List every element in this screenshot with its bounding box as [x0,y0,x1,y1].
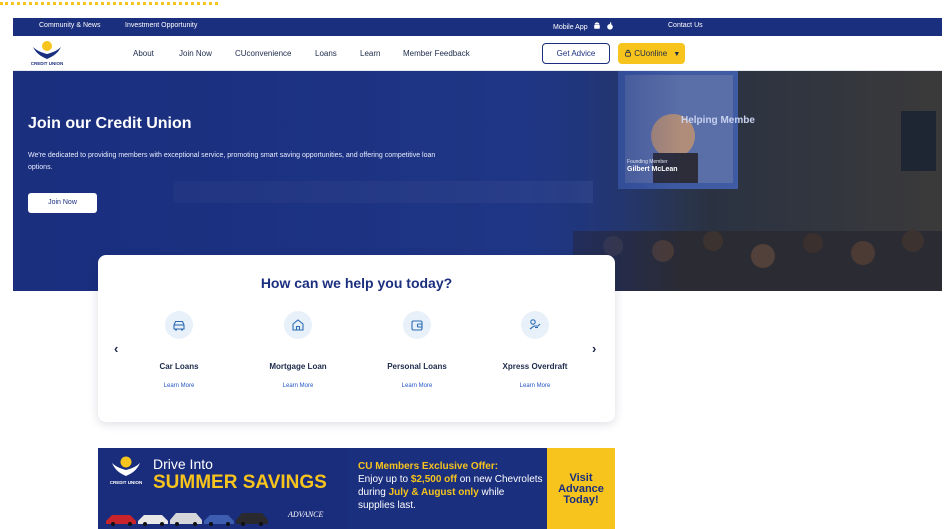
hero-description: We're dedicated to providing members wit… [28,152,436,171]
caret-down-icon: ▼ [673,51,681,58]
nav-cuconvenience[interactable]: CUconvenience [235,49,291,58]
nav-join-now[interactable]: Join Now [179,49,212,58]
house-icon [284,311,312,339]
decorative-dotted-line [0,2,218,8]
carousel-next-button[interactable]: › [592,341,596,356]
lock-icon [625,49,631,57]
service-car-loans[interactable]: Car Loans Learn More [124,311,234,389]
mobile-app-label: Mobile App [553,24,588,31]
banner-cars-image [106,513,268,526]
services-title: How can we help you today? [260,275,453,291]
hand-coin-icon [521,311,549,339]
service-name: Mortgage Loan [269,362,327,371]
logo-text: CREDIT UNION [31,61,64,66]
service-mortgage-loan[interactable]: Mortgage Loan Learn More [243,311,353,389]
screen-text-helping: Helping Membe [681,115,755,126]
banner-summer-savings: SUMMER SAVINGS [153,472,327,493]
service-name: Xpress Overdraft [502,362,568,371]
banner-credit-union-logo: CREDIT UNION [110,456,143,485]
main-navigation: CREDIT UNION About Join Now CUconvenienc… [13,36,942,71]
banner-left-panel: CREDIT UNION Drive Into SUMMER SAVINGS A… [98,448,348,529]
cta-line-3: Today! [563,494,599,506]
contact-us-link[interactable]: Contact Us [668,22,703,29]
cuonline-label: CUonline [634,49,668,58]
nav-loans[interactable]: Loans [315,49,337,58]
hero-join-now-button[interactable]: Join Now [28,193,97,213]
offer-months: July & August [388,487,456,498]
banner-drive-into: Drive Into [153,456,213,472]
service-xpress-overdraft[interactable]: Xpress Overdraft Learn More [480,311,590,389]
apple-icon [606,22,613,30]
advance-logo: ADVANCE [288,510,324,519]
car-icon [165,311,193,339]
cuonline-button[interactable]: CUonline ▼ [618,43,685,64]
community-news-link[interactable]: Community & News [39,22,100,29]
offer-title: CU Members Exclusive Offer: [358,461,499,472]
banner-offer-text: CU Members Exclusive Offer: Enjoy up to … [358,460,543,512]
service-name: Car Loans [159,362,199,371]
summer-savings-banner[interactable]: CREDIT UNION Drive Into SUMMER SAVINGS A… [98,448,615,529]
get-advice-button[interactable]: Get Advice [542,43,610,64]
nav-learn[interactable]: Learn [360,49,380,58]
top-utility-bar: Community & News Investment Opportunity … [13,18,942,36]
mobile-app-link[interactable]: Mobile App [553,22,614,31]
offer-amount: $2,500 off [410,474,457,485]
nav-member-feedback[interactable]: Member Feedback [403,49,470,58]
service-personal-loans[interactable]: Personal Loans Learn More [362,311,472,389]
credit-union-logo[interactable]: CREDIT UNION [27,39,67,69]
nav-about[interactable]: About [133,49,154,58]
screen-text-name: Gilbert McLean [627,166,678,173]
learn-more-link[interactable]: Learn More [124,383,234,389]
investment-opportunity-link[interactable]: Investment Opportunity [125,22,197,29]
wallet-icon [403,311,431,339]
hero-title: Join our Credit Union [28,115,192,132]
service-name: Personal Loans [387,362,447,371]
screen-text-founding: Founding Member [627,159,668,165]
banner-logo-text: CREDIT UNION [110,480,143,485]
android-icon [593,22,600,29]
offer-only: only [458,487,479,498]
offer-text-1: Enjoy up to [358,474,411,485]
visit-advance-cta[interactable]: Visit Advance Today! [547,448,615,529]
learn-more-link[interactable]: Learn More [362,383,472,389]
services-card: How can we help you today? ‹ › Car Loans… [98,255,615,422]
learn-more-link[interactable]: Learn More [243,383,353,389]
learn-more-link[interactable]: Learn More [480,383,590,389]
carousel-prev-button[interactable]: ‹ [114,341,118,356]
